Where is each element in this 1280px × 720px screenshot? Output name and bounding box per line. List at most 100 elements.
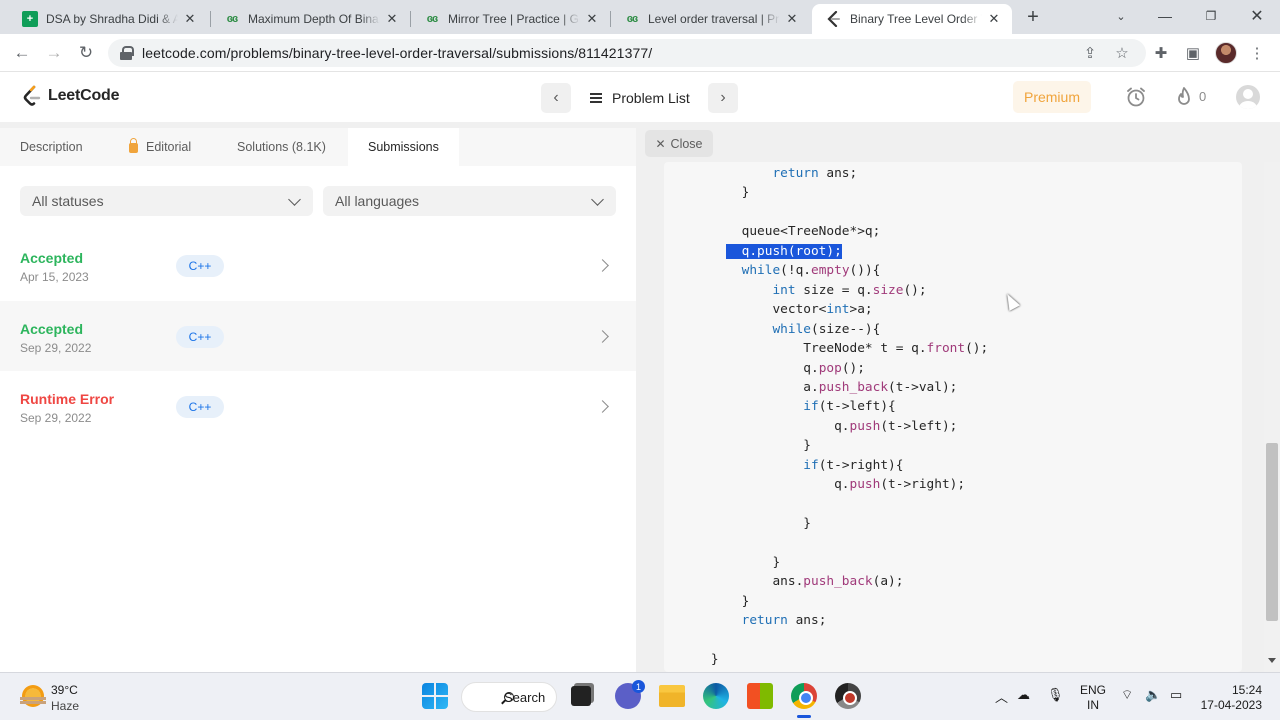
premium-button[interactable]: Premium [1013,81,1091,113]
browser-tab[interactable]: ɞɞ Maximum Depth Of Binary Tree ✕ [210,4,410,34]
language-filter-value: All languages [335,193,420,209]
wifi-icon[interactable]: ⌔ [1121,687,1133,703]
address-bar[interactable]: leetcode.com/problems/binary-tree-level-… [108,39,1146,67]
search-icon [504,692,514,702]
chevron-right-icon [596,400,609,413]
chevron-down-icon [591,193,604,206]
close-label: Close [670,136,703,151]
sheets-icon: + [22,11,38,27]
code-line: ans.push_back(a); [680,574,904,590]
streak-fire-icon[interactable] [1172,85,1196,109]
profile-avatar[interactable] [1215,42,1237,64]
lock-icon [129,138,138,153]
tab-description[interactable]: Description [20,128,83,166]
menu-icon[interactable]: ⋮ [1246,42,1268,64]
input-language[interactable]: ENG IN [1080,683,1106,713]
share-icon[interactable]: ⇪ [1079,42,1101,64]
close-tab-icon[interactable]: ✕ [584,11,600,27]
code-line: } [680,652,719,668]
submission-status: Accepted [20,250,84,266]
user-avatar[interactable] [1236,85,1260,109]
system-clock[interactable]: 15:24 17-04-2023 [1200,683,1262,713]
weather-haze-icon[interactable] [20,685,46,707]
extensions-icon[interactable]: ✚ [1150,42,1172,64]
close-tab-icon[interactable]: ✕ [182,11,198,27]
new-tab-button[interactable]: + [1022,6,1044,28]
problem-list-button[interactable]: Problem List [590,83,690,113]
browser-tab[interactable]: + DSA by Shradha Didi & Aman Bhaiya ✕ [8,4,208,34]
side-panel-icon[interactable]: ▣ [1182,42,1204,64]
browser-tab-strip: + DSA by Shradha Didi & Aman Bhaiya ✕ ɞɞ… [0,0,1280,34]
browser-toolbar: ← → ↻ leetcode.com/problems/binary-tree-… [0,34,1280,72]
speaker-icon[interactable]: 🔈 [1145,687,1161,703]
microphone-icon[interactable]: 🎙 [1047,687,1064,703]
tab-search-icon[interactable]: ⌄ [1106,4,1136,28]
leetcode-logo[interactable]: LeetCode [22,85,120,107]
code-viewer[interactable]: return ans; } queue<TreeNode*>q; q.push(… [664,162,1242,672]
chrome-icon[interactable] [791,683,817,709]
code-line-selected: q.push(root); [726,243,842,259]
prev-problem-button[interactable]: ‹ [541,83,571,113]
language-badge: C++ [176,255,224,277]
code-line: q.pop(); [680,360,865,376]
bookmark-star-icon[interactable]: ☆ [1111,42,1133,64]
clock-time: 15:24 [1231,683,1262,697]
scroll-down-arrow[interactable] [1268,658,1276,663]
submission-date: Sep 29, 2022 [20,411,92,425]
code-line: } [680,438,811,454]
code-line: return ans; [741,613,827,629]
gfg-icon: ɞɞ [626,13,638,25]
code-line: q.push(t->left); [680,418,958,434]
next-problem-button[interactable]: › [708,83,738,113]
submission-row[interactable]: Runtime Error Sep 29, 2022 C++ [0,371,636,441]
alarm-clock-icon[interactable] [1124,85,1148,109]
close-tab-icon[interactable]: ✕ [986,11,1002,27]
clock-date: 17-04-2023 [1200,698,1262,712]
chevron-down-icon [288,193,301,206]
submission-row[interactable]: Accepted Sep 29, 2022 C++ [0,301,636,371]
problem-list-label: Problem List [612,90,690,106]
logo-text: LeetCode [48,87,120,104]
browser-tab-active[interactable]: Binary Tree Level Order Traversal ✕ [812,4,1012,34]
code-line: } [680,516,811,532]
chevron-up-icon[interactable]: ︿ [995,687,1008,706]
forward-icon[interactable]: → [42,41,66,65]
code-line: } [680,555,781,570]
temperature: 39°C [51,683,78,697]
submission-row[interactable]: Accepted Apr 15, 2023 C++ [0,230,636,300]
browser-tab[interactable]: ɞɞ Level order traversal | Practice ✕ [610,4,810,34]
windows-start-icon[interactable] [422,683,448,709]
close-button[interactable]: ✕ Close [645,130,713,157]
back-icon[interactable]: ← [10,41,34,65]
minimize-button[interactable]: — [1150,4,1180,28]
edge-browser-icon[interactable] [703,683,729,709]
battery-icon[interactable]: ▭ [1170,687,1182,703]
tab-solutions[interactable]: Solutions (8.1K) [237,128,326,166]
restore-button[interactable]: ❐ [1196,4,1226,28]
file-explorer-icon[interactable] [659,685,685,707]
close-tab-icon[interactable]: ✕ [784,11,800,27]
language-code: ENG [1080,683,1107,697]
browser-tab[interactable]: ɞɞ Mirror Tree | Practice | GeeksforGeek… [410,4,610,34]
tab-submissions[interactable]: Submissions [348,128,459,166]
tab-editorial-label: Editorial [146,140,192,154]
status-filter-dropdown[interactable]: All statuses [20,186,313,216]
microsoft-store-icon[interactable] [747,683,773,709]
close-window-button[interactable]: ✕ [1242,4,1272,28]
tab-title: DSA by Shradha Didi & Aman Bhaiya [46,12,178,26]
chrome-profile-icon[interactable] [835,683,861,709]
language-filter-dropdown[interactable]: All languages [323,186,616,216]
onedrive-cloud-icon[interactable]: ☁ [1017,687,1030,703]
close-tab-icon[interactable]: ✕ [384,11,400,27]
reload-icon[interactable]: ↻ [74,41,98,65]
tab-editorial[interactable]: Editorial [129,128,191,166]
submission-date: Apr 15, 2023 [20,270,89,284]
code-line: if(t->left){ [803,399,896,415]
tab-title: Maximum Depth Of Binary Tree [248,12,380,26]
language-badge: C++ [176,326,224,348]
task-view-icon[interactable] [571,686,591,706]
close-icon: ✕ [655,136,666,151]
screen: + DSA by Shradha Didi & Aman Bhaiya ✕ ɞɞ… [0,0,1280,720]
scrollbar-thumb[interactable] [1266,443,1278,621]
taskbar-search[interactable]: Search [461,682,557,712]
